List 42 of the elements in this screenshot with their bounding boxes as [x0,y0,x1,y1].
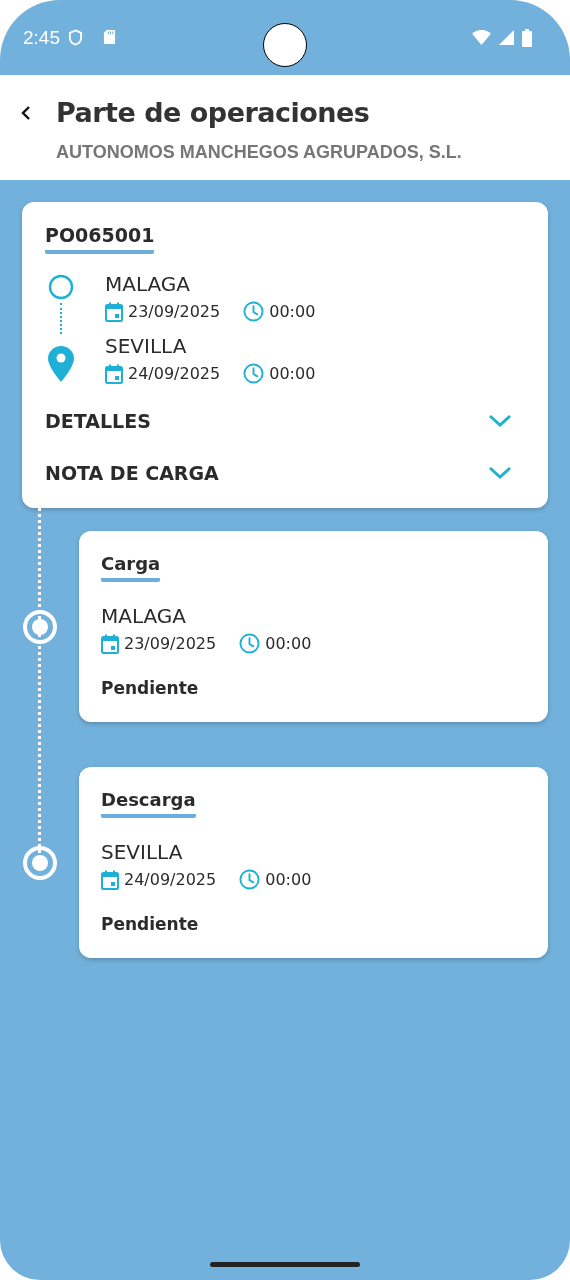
clock-icon [243,301,265,322]
calendar-icon [105,301,123,322]
page-title: Parte de operaciones [56,97,370,128]
company-name: AUTONOMOS MANCHEGOS AGRUPADOS, S.L. [56,142,463,163]
camera-cutout [263,23,307,67]
status-time: 2:45 [23,26,60,49]
location-pin-icon [48,346,74,382]
date-text: 23/09/2025 [128,302,221,321]
signal-icon [499,30,514,45]
time-text: 00:00 [269,364,316,383]
stop-type: Descarga [101,789,196,818]
city-name: MALAGA [101,604,188,628]
battery-icon [522,28,532,47]
clock-icon [243,363,265,384]
city-name: SEVILLA [105,334,188,358]
city-name: MALAGA [105,272,192,296]
clock-icon [239,869,261,890]
stop-type: Carga [101,553,161,582]
shield-icon [68,29,83,46]
stop-status: Pendiente [101,914,200,934]
stop-status: Pendiente [101,678,200,698]
date-text: 24/09/2025 [128,364,221,383]
time-text: 00:00 [269,302,316,321]
city-name: SEVILLA [101,840,184,864]
section-toggle[interactable]: DETALLES [45,396,526,448]
clock-icon [239,633,261,654]
stop-card[interactable]: Descarga SEVILLA 24/09/2025 00:00 Pendiente [79,767,548,958]
date-text: 24/09/2025 [124,870,217,889]
chevron-icon [488,414,512,428]
wifi-icon [472,30,491,45]
origin-circle-icon [48,274,74,300]
date-text: 23/09/2025 [124,634,217,653]
calendar-icon [101,869,119,890]
sd-card-icon [103,30,116,45]
time-text: 00:00 [265,634,312,653]
calendar-icon [105,363,123,384]
chevron-icon [488,466,512,480]
calendar-icon [101,633,119,654]
time-text: 00:00 [265,870,312,889]
order-code: PO065001 [45,224,155,254]
section-toggle[interactable]: NOTA DE CARGA [45,448,526,500]
stop-card[interactable]: Carga MALAGA 23/09/2025 00:00 Pendiente [79,531,548,722]
